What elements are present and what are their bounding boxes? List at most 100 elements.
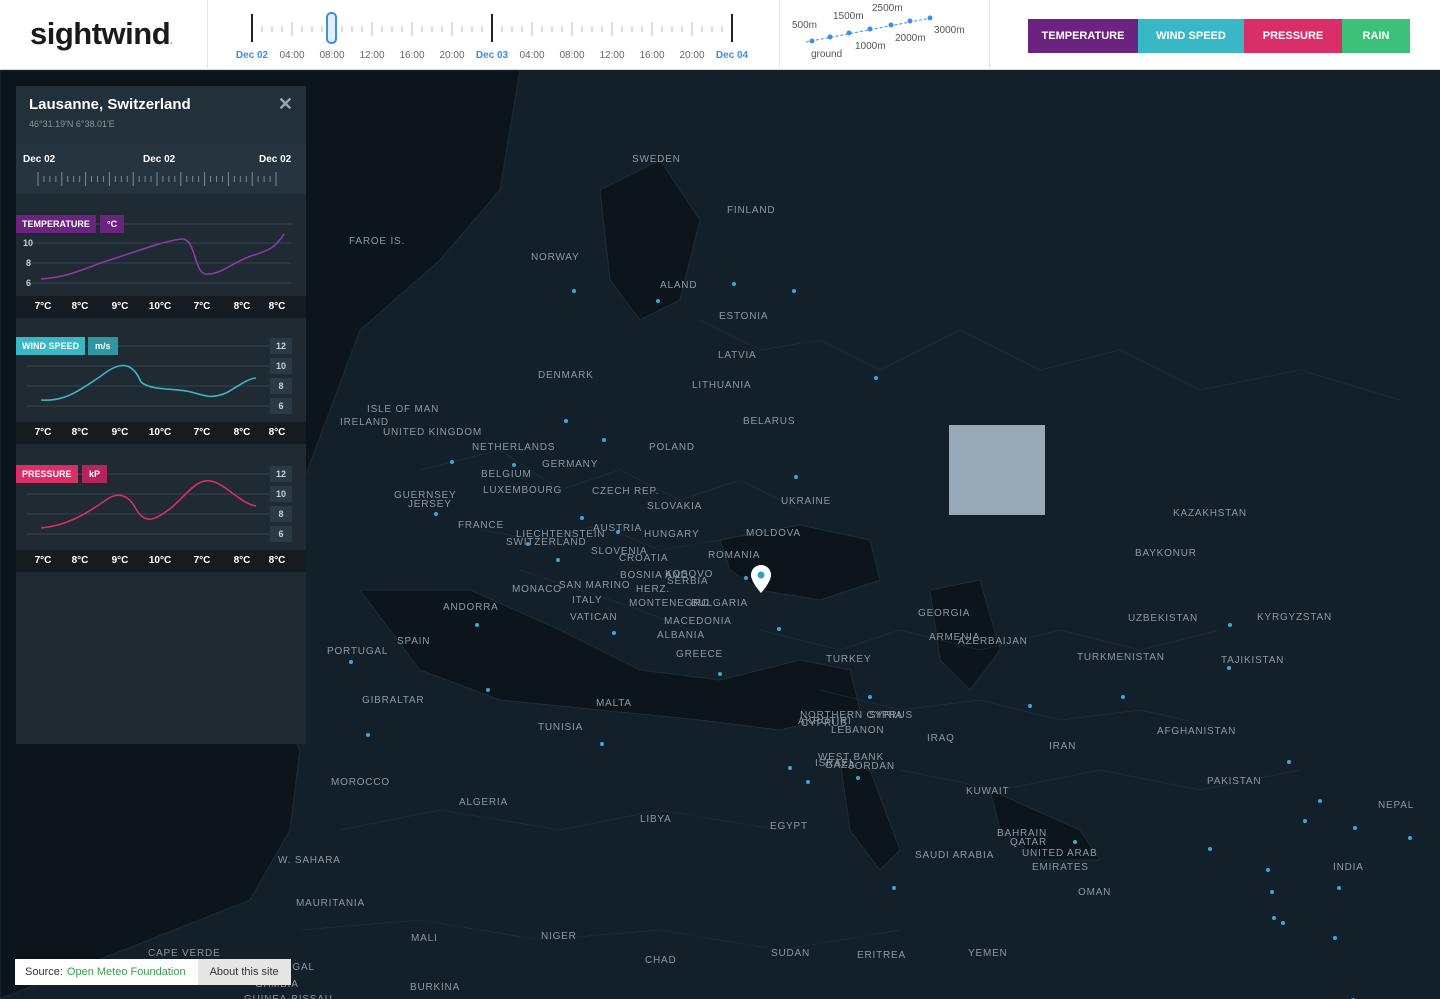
timeline-label[interactable]: Dec 04	[716, 50, 748, 61]
map-label: TUNISIA	[538, 722, 584, 733]
altitude-2500m-dot[interactable]	[907, 18, 913, 24]
map-label: JERSEY	[408, 499, 452, 510]
weather-station-dot[interactable]	[1121, 695, 1125, 699]
weather-station-dot[interactable]	[526, 542, 530, 546]
weather-station-dot[interactable]	[1303, 819, 1307, 823]
weather-station-dot[interactable]	[1337, 886, 1341, 890]
weather-station-dot[interactable]	[1227, 666, 1231, 670]
timeline-label[interactable]: Dec 02	[236, 50, 268, 61]
weather-station-dot[interactable]	[580, 516, 584, 520]
timeline-label[interactable]: 20:00	[679, 50, 704, 61]
weather-station-dot[interactable]	[1408, 836, 1412, 840]
weather-station-dot[interactable]	[1281, 921, 1285, 925]
weather-station-dot[interactable]	[1028, 704, 1032, 708]
weather-station-dot[interactable]	[792, 289, 796, 293]
weather-station-dot[interactable]	[612, 631, 616, 635]
map-label: NETHERLANDS	[472, 442, 556, 453]
source-link[interactable]: Open Meteo Foundation	[67, 966, 186, 978]
altitude-label[interactable]: ground	[811, 49, 842, 60]
altitude-label[interactable]: 3000m	[934, 25, 965, 36]
weather-station-dot[interactable]	[777, 627, 781, 631]
map-label: HUNGARY	[644, 529, 700, 540]
weather-station-dot[interactable]	[856, 776, 860, 780]
weather-station-dot[interactable]	[1266, 868, 1270, 872]
weather-station-dot[interactable]	[744, 576, 748, 580]
weather-station-dot[interactable]	[349, 660, 353, 664]
weather-station-dot[interactable]	[806, 780, 810, 784]
timeline-label[interactable]: 04:00	[279, 50, 304, 61]
pressure-layer-button[interactable]: PRESSURE	[1244, 19, 1342, 53]
altitude-1500m-dot[interactable]	[867, 26, 873, 32]
altitude-label[interactable]: 1500m	[833, 11, 864, 22]
timeline-label[interactable]: 16:00	[639, 50, 664, 61]
timeline-label[interactable]: 04:00	[519, 50, 544, 61]
weather-station-dot[interactable]	[1073, 840, 1077, 844]
timeline-label[interactable]: 12:00	[359, 50, 384, 61]
altitude-label[interactable]: 1000m	[855, 41, 886, 52]
altitude-selector[interactable]: ground 500m 1000m 1500m 2000m 2500m 3000…	[786, 0, 976, 70]
altitude-1000m-dot[interactable]	[846, 30, 852, 36]
weather-station-dot[interactable]	[600, 742, 604, 746]
weather-station-dot[interactable]	[874, 376, 878, 380]
timeline-label[interactable]: Dec 03	[476, 50, 508, 61]
weather-station-dot[interactable]	[512, 463, 516, 467]
altitude-500m-dot[interactable]	[827, 34, 833, 40]
weather-station-dot[interactable]	[732, 282, 736, 286]
weather-station-dot[interactable]	[1333, 936, 1337, 940]
rain-layer-button[interactable]: RAIN	[1342, 19, 1410, 53]
location-panel: Lausanne, Switzerland 46°31.19'N 6°38.01…	[16, 86, 306, 744]
weather-station-dot[interactable]	[616, 530, 620, 534]
close-icon[interactable]: ✕	[278, 94, 293, 115]
weather-station-dot[interactable]	[1272, 916, 1276, 920]
location-pin-icon[interactable]	[751, 565, 771, 593]
timeline-label[interactable]: 20:00	[439, 50, 464, 61]
weather-station-dot[interactable]	[486, 688, 490, 692]
weather-station-dot[interactable]	[794, 475, 798, 479]
altitude-2000m-dot[interactable]	[888, 22, 894, 28]
weather-station-dot[interactable]	[450, 460, 454, 464]
map-label: INDIA	[1333, 862, 1364, 873]
timeline-label[interactable]: 08:00	[319, 50, 344, 61]
weather-station-dot[interactable]	[564, 419, 568, 423]
weather-station-dot[interactable]	[656, 299, 660, 303]
value-cell: 8°C	[233, 301, 251, 312]
weather-station-dot[interactable]	[602, 438, 606, 442]
map-label: SWEDEN	[632, 154, 681, 165]
value-cell: 9°C	[111, 427, 129, 438]
weather-station-dot[interactable]	[1208, 847, 1212, 851]
time-slider[interactable]: Dec 02 04:00 08:00 12:00 16:00 20:00 Dec 03 04:…	[232, 0, 752, 70]
weather-station-dot[interactable]	[1287, 760, 1291, 764]
weather-station-dot[interactable]	[868, 695, 872, 699]
header-divider	[779, 0, 780, 70]
weather-station-dot[interactable]	[1270, 890, 1274, 894]
wind-speed-layer-button[interactable]: WIND SPEED	[1138, 19, 1244, 53]
weather-station-dot[interactable]	[572, 289, 576, 293]
weather-station-dot[interactable]	[434, 512, 438, 516]
altitude-ground-dot[interactable]	[809, 38, 815, 44]
time-slider-ticks[interactable]	[232, 0, 752, 45]
weather-station-dot[interactable]	[1318, 799, 1322, 803]
weather-station-dot[interactable]	[892, 886, 896, 890]
weather-station-dot[interactable]	[788, 766, 792, 770]
weather-station-dot[interactable]	[366, 733, 370, 737]
weather-station-dot[interactable]	[1228, 623, 1232, 627]
about-link[interactable]: About this site	[197, 959, 291, 985]
altitude-3000m-dot[interactable]	[927, 15, 933, 21]
map-label: OMAN	[1078, 887, 1112, 898]
temperature-layer-button[interactable]: TEMPERATURE	[1028, 19, 1138, 53]
altitude-label[interactable]: 2500m	[872, 3, 903, 14]
timeline-label[interactable]: 08:00	[559, 50, 584, 61]
time-slider-handle[interactable]	[326, 12, 337, 44]
source-bar: Source: Open Meteo Foundation About this …	[15, 959, 291, 985]
map-label: TURKEY	[826, 654, 872, 665]
sightwind-logo[interactable]: sightwind.	[30, 16, 173, 52]
altitude-label[interactable]: 2000m	[895, 33, 926, 44]
panel-time-slider[interactable]: Dec 02 Dec 02 Dec 02	[16, 144, 306, 194]
weather-station-dot[interactable]	[475, 623, 479, 627]
weather-station-dot[interactable]	[1353, 826, 1357, 830]
weather-station-dot[interactable]	[556, 558, 560, 562]
weather-station-dot[interactable]	[718, 672, 722, 676]
altitude-label[interactable]: 500m	[792, 20, 817, 31]
timeline-label[interactable]: 12:00	[599, 50, 624, 61]
timeline-label[interactable]: 16:00	[399, 50, 424, 61]
